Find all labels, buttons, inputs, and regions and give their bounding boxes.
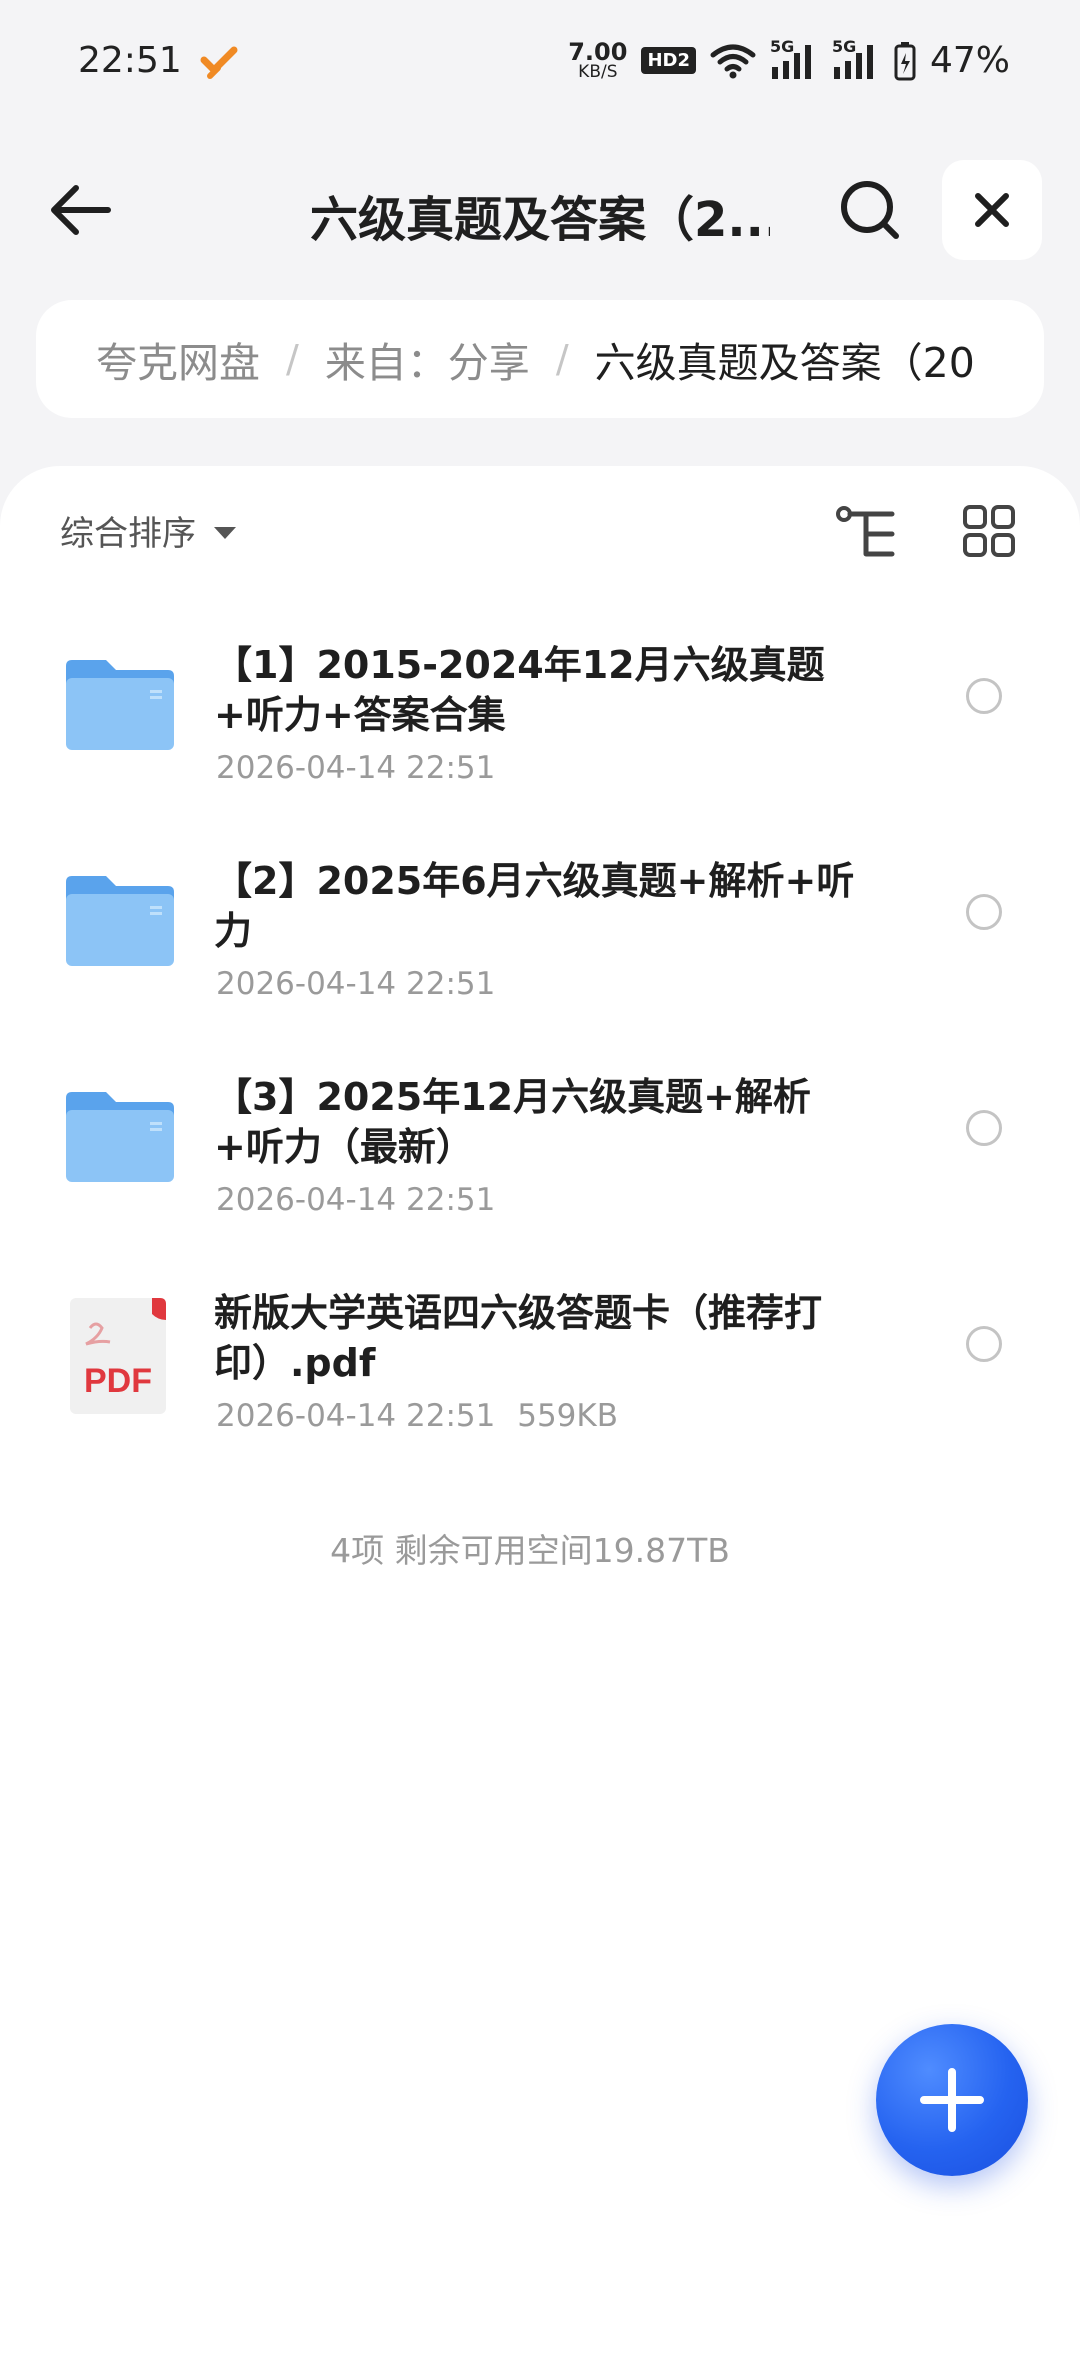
- hd-badge: HD2: [641, 47, 696, 74]
- battery-icon: [894, 41, 916, 80]
- pdf-icon-label: PDF: [84, 1362, 152, 1400]
- list-item[interactable]: 【3】2025年12月六级真题+解析+听力（最新） 2026-04-14 22:…: [0, 1042, 1080, 1258]
- wifi-icon: [710, 44, 756, 78]
- folder-icon: [66, 1092, 174, 1182]
- grid-view-button[interactable]: [962, 504, 1016, 558]
- pdf-file-icon: PDF: [70, 1298, 166, 1414]
- file-list: 【1】2015-2024年12月六级真题+听力+答案合集 2026-04-14 …: [0, 610, 1080, 1474]
- sort-dropdown[interactable]: 综合排序: [60, 506, 236, 555]
- list-item[interactable]: PDF 新版大学英语四六级答题卡（推荐打印）.pdf 2026-04-14 22…: [0, 1258, 1080, 1474]
- list-item[interactable]: 【2】2025年6月六级真题+解析+听力 2026-04-14 22:51: [0, 826, 1080, 1042]
- file-date: 2026-04-14 22:51: [216, 966, 496, 1002]
- arrow-left-icon: [51, 185, 111, 235]
- tree-view-button[interactable]: [836, 506, 898, 562]
- battery-percent: 47%: [929, 40, 1010, 81]
- select-radio[interactable]: [966, 894, 1002, 930]
- signal-5g-2: 5G: [832, 37, 880, 81]
- status-bar: 22:51 7.00 KB/S HD2 5G 5G 47%: [0, 0, 1080, 130]
- breadcrumb-separator: /: [555, 337, 569, 381]
- file-date: 2026-04-14 22:51: [216, 1398, 496, 1434]
- plus-icon: [920, 2068, 984, 2132]
- signal-5g-1: 5G: [770, 37, 818, 81]
- select-radio[interactable]: [966, 1326, 1002, 1362]
- net-speed: 7.00 KB/S: [568, 40, 627, 81]
- caret-down-icon: [214, 526, 236, 539]
- file-name: 【1】2015-2024年12月六级真题+听力+答案合集: [214, 643, 825, 737]
- signal-1-icon: [771, 44, 811, 79]
- close-button[interactable]: [942, 160, 1042, 260]
- breadcrumb-item-share[interactable]: 来自：分享: [325, 329, 530, 389]
- search-button[interactable]: [830, 170, 910, 250]
- folder-icon: [66, 660, 174, 750]
- file-size: 559KB: [517, 1398, 618, 1434]
- select-radio[interactable]: [966, 678, 1002, 714]
- folder-icon: [66, 876, 174, 966]
- file-name: 新版大学英语四六级答题卡（推荐打印）.pdf: [214, 1291, 823, 1385]
- net-speed-unit: KB/S: [578, 62, 618, 82]
- page-title: 六级真题及答案（2...: [310, 192, 770, 248]
- close-icon: [975, 193, 1009, 227]
- file-name: 【3】2025年12月六级真题+解析+听力（最新）: [214, 1075, 811, 1169]
- app-notification-icon: [200, 46, 238, 79]
- file-meta: 2026-04-14 22:51 559KB: [216, 1398, 618, 1434]
- add-button[interactable]: [876, 2024, 1028, 2176]
- back-button[interactable]: [40, 170, 120, 250]
- breadcrumb-item-current: 六级真题及答案（20: [594, 339, 975, 387]
- header: 六级真题及答案（2...: [0, 150, 1080, 270]
- storage-summary: 4项 剩余可用空间19.87TB: [330, 1531, 730, 1570]
- file-date: 2026-04-14 22:51: [216, 1182, 496, 1218]
- breadcrumb: 夸克网盘 / 来自：分享 / 六级真题及答案（20: [36, 300, 1044, 418]
- search-icon: [841, 181, 899, 239]
- status-indicators: 7.00 KB/S HD2 5G 5G 47%: [568, 37, 1010, 82]
- signal-2-icon: [833, 44, 873, 79]
- file-name: 【2】2025年6月六级真题+解析+听力: [214, 859, 855, 953]
- list-item[interactable]: 【1】2015-2024年12月六级真题+听力+答案合集 2026-04-14 …: [0, 610, 1080, 826]
- file-date: 2026-04-14 22:51: [216, 750, 496, 786]
- breadcrumb-separator: /: [286, 337, 299, 381]
- status-time: 22:51: [78, 40, 182, 81]
- breadcrumb-item-root[interactable]: 夸克网盘: [96, 329, 260, 389]
- select-radio[interactable]: [966, 1110, 1002, 1146]
- net-speed-value: 7.00: [568, 38, 628, 66]
- sort-label: 综合排序: [60, 514, 196, 554]
